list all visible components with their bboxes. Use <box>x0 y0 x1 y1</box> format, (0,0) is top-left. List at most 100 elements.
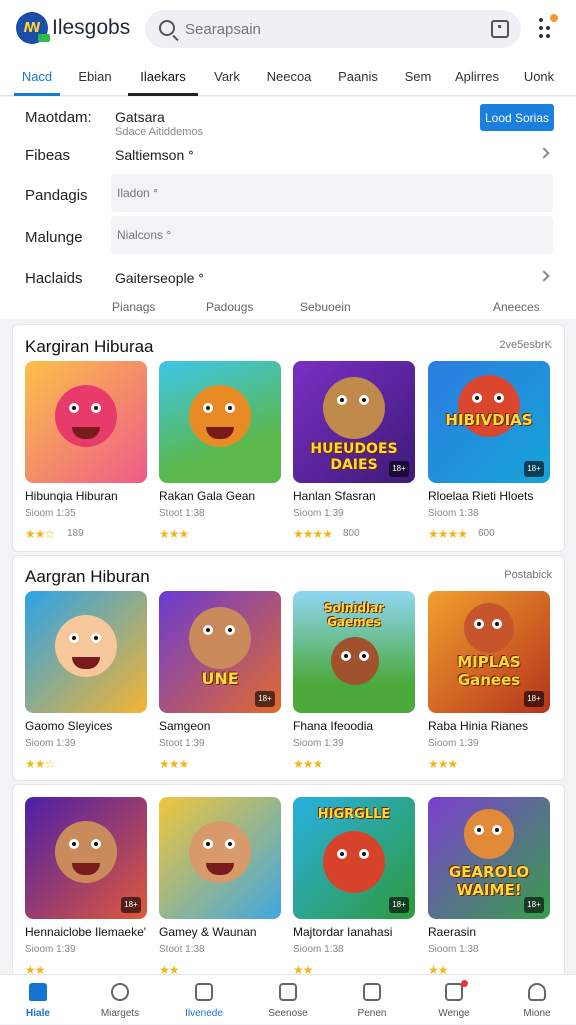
game-title: Fhana Ifeoodia <box>293 719 374 733</box>
game-thumbnail[interactable] <box>25 361 147 483</box>
game-title: Majtordar Ianahasi <box>293 925 393 939</box>
nav-item-edit[interactable]: Seenose <box>253 975 323 1025</box>
game-meta: Sioom 1:38 <box>428 944 479 955</box>
game-thumbnail[interactable]: MIPLAS Ganees 18+ <box>428 591 550 713</box>
rating-stars: ★★★★ <box>428 527 468 541</box>
game-thumbnail[interactable]: HIBIVDIAS 18+ <box>428 361 550 483</box>
game-title: Rloelaa Rieti Hloets <box>428 489 534 503</box>
filter-box-4[interactable]: Nialcons ᐤ <box>111 216 553 254</box>
sort-option-1[interactable]: Padougs <box>206 300 253 314</box>
rating-count: 189 <box>67 528 84 539</box>
edit-icon <box>279 983 297 1001</box>
search-input[interactable] <box>185 10 465 48</box>
tab-8[interactable]: Uonk <box>516 58 562 96</box>
book-icon <box>195 983 213 1001</box>
sort-option-0[interactable]: Pianags <box>112 300 155 314</box>
tab-3[interactable]: Vark <box>206 58 248 96</box>
nav-item-stats[interactable]: Penen <box>337 975 407 1025</box>
nav-label: Seenose <box>268 1008 308 1019</box>
search-bar[interactable] <box>145 10 521 48</box>
tab-0[interactable]: Nacd <box>14 58 60 96</box>
tab-5[interactable]: Paanis <box>330 58 386 96</box>
game-section-1: Kargiran Hiburaa 2ve5esbrK Hibunqia Hibu… <box>12 324 565 552</box>
chevron-right-icon[interactable] <box>538 270 550 282</box>
game-thumbnail[interactable]: 18+ <box>25 797 147 919</box>
notification-badge <box>461 980 468 987</box>
tab-7[interactable]: Aplirres <box>448 58 506 96</box>
scan-icon[interactable] <box>491 20 509 38</box>
character-art <box>331 637 379 685</box>
bottom-navigation: Hiale Miargets Ilvenede Seenose Penen We… <box>0 974 576 1024</box>
sort-option-3[interactable]: Aneeces <box>493 300 540 314</box>
nav-label: Miargets <box>100 1008 140 1019</box>
character-art <box>189 607 251 669</box>
app-logo-icon[interactable]: ꟿ <box>16 12 50 44</box>
chevron-right-icon[interactable] <box>538 147 550 159</box>
rating-stars: ★★☆ <box>25 527 55 541</box>
tab-1[interactable]: Ebian <box>70 58 120 96</box>
game-meta: Stoot 1:38 <box>159 944 205 955</box>
age-rating-badge: 18+ <box>524 461 544 477</box>
nav-item-library[interactable]: Ilvenede <box>169 975 239 1025</box>
nav-item-notifications[interactable]: Wenge <box>419 975 489 1025</box>
sort-option-2[interactable]: Sebuoein <box>300 300 351 314</box>
game-thumbnail[interactable]: HIGRGLLE 18+ <box>293 797 415 919</box>
rating-stars: ★★★ <box>159 757 189 771</box>
nav-item-discover[interactable]: Miargets <box>85 975 155 1025</box>
nav-item-profile[interactable]: Mione <box>502 975 572 1025</box>
game-banner-text: UNE <box>201 669 239 688</box>
filter-panel: Maotdam: Gatsara Sdace Aitiddemos Lood S… <box>0 97 576 319</box>
game-meta: Stoot 1:38 <box>159 508 205 519</box>
filter-value-1[interactable]: Gatsara <box>115 109 165 125</box>
filter-sub-1: Sdace Aitiddemos <box>115 126 204 138</box>
filter-box-4-text: Nialcons ᐤ <box>117 228 172 242</box>
game-thumbnail[interactable]: GEAROLO WAIME! 18+ <box>428 797 550 919</box>
game-thumbnail[interactable] <box>25 591 147 713</box>
app-brand-name: Ilesgobs <box>52 16 131 39</box>
nav-item-home[interactable]: Hiale <box>3 975 73 1025</box>
rating-count: 600 <box>478 528 495 539</box>
game-title: Raerasin <box>428 925 477 939</box>
game-title: Gaomo Sleyices <box>25 719 113 733</box>
nav-label: Penen <box>357 1008 387 1019</box>
game-thumbnail[interactable]: HUEUDOES DAIES 18+ <box>293 361 415 483</box>
filter-box-3[interactable]: Iladon ᐤ <box>111 174 553 212</box>
home-icon <box>29 983 47 1001</box>
game-thumbnail[interactable]: Solnidlar Gaemes <box>293 591 415 713</box>
game-title: Hanlan Sfasran <box>293 489 376 503</box>
game-thumbnail[interactable] <box>159 797 281 919</box>
tab-6[interactable]: Sem <box>396 58 440 96</box>
game-meta: Sioom 1:38 <box>293 944 344 955</box>
filter-label-2: Fibeas <box>25 147 71 164</box>
game-thumbnail[interactable] <box>159 361 281 483</box>
section-more-link[interactable]: 2ve5esbrK <box>499 339 552 351</box>
load-button[interactable]: Lood Sorias <box>480 104 554 131</box>
section-title: Kargiran Hiburaa <box>25 337 154 356</box>
nav-label: Mione <box>523 1008 551 1019</box>
game-title: Raba Hinia Rianes <box>428 719 529 733</box>
person-icon <box>528 983 546 1001</box>
age-rating-badge: 18+ <box>389 897 409 913</box>
game-section-3: 18+ Hennaiclobe Ilemaeke' Sioom 1:39 ★★ … <box>12 784 565 977</box>
game-title: Gamey & Waunan <box>159 925 257 939</box>
game-meta: Sioom 1:39 <box>293 738 344 749</box>
rating-stars: ★★★ <box>159 527 189 541</box>
filter-value-2[interactable]: Saltiemson ᐤ <box>115 147 194 164</box>
game-thumbnail[interactable]: UNE 18+ <box>159 591 281 713</box>
game-title: Samgeon <box>159 719 211 733</box>
more-menu-icon[interactable] <box>539 14 558 38</box>
nav-label: Hiale <box>26 1008 50 1019</box>
section-more-link[interactable]: Postabick <box>504 569 552 581</box>
nav-label: Wenge <box>438 1008 470 1019</box>
game-banner-text: Solnidlar Gaemes <box>323 601 385 629</box>
filter-value-5[interactable]: Gaiterseople ᐤ <box>115 270 204 287</box>
search-icon <box>159 20 175 36</box>
tab-2[interactable]: Ilaekars <box>128 58 198 96</box>
top-app-bar: ꟿ Ilesgobs <box>0 0 576 58</box>
age-rating-badge: 18+ <box>255 691 275 707</box>
bell-icon <box>445 983 463 1001</box>
game-meta: Sioom 1:39 <box>25 944 76 955</box>
game-meta: Stoot 1:39 <box>159 738 205 749</box>
tab-4[interactable]: Neecoa <box>258 58 320 96</box>
character-art <box>464 603 514 653</box>
